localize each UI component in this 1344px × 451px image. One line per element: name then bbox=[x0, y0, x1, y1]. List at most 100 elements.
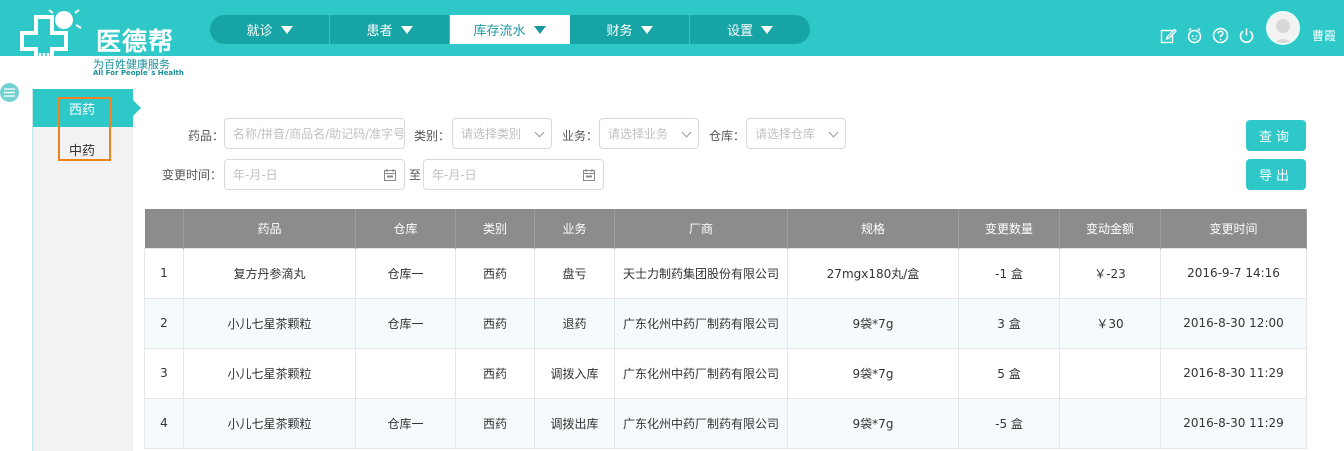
chevron-down-icon bbox=[828, 127, 839, 138]
chevron-down-icon bbox=[681, 127, 692, 138]
table-cell: -5 盒 bbox=[958, 397, 1060, 449]
chevron-down-icon bbox=[534, 127, 545, 138]
table-cell: ￥-23 bbox=[1059, 247, 1161, 299]
business-select[interactable]: 请选择业务 bbox=[599, 118, 699, 149]
category-select[interactable]: 请选择类别 bbox=[452, 118, 552, 149]
table-cell: 广东化州中药厂制药有限公司 bbox=[614, 347, 788, 399]
app-title: 医德帮 bbox=[96, 27, 175, 56]
column-header: 类别 bbox=[455, 209, 535, 248]
business-placeholder: 请选择业务 bbox=[608, 127, 669, 141]
subnav-label: 中药 bbox=[69, 143, 96, 159]
table-cell: 27mgx180丸/盒 bbox=[787, 247, 959, 299]
table-cell: 广东化州中药厂制药有限公司 bbox=[614, 397, 788, 449]
table-cell: 天士力制药集团股份有限公司 bbox=[614, 247, 788, 299]
drug-search-placeholder: 名称/拼音/商品名/助记码/准字号 bbox=[233, 127, 405, 141]
column-header: 药品 bbox=[183, 209, 356, 248]
drug-search-input[interactable]: 名称/拼音/商品名/助记码/准字号 bbox=[224, 118, 405, 149]
date-to-input[interactable]: 年-月-日 bbox=[423, 159, 604, 190]
table-cell: 小儿七星茶颗粒 bbox=[183, 397, 356, 449]
change-time-label: 变更时间： bbox=[162, 168, 223, 182]
medicine-type-subnav: 西药 中药 bbox=[33, 89, 133, 451]
caret-down-icon bbox=[761, 25, 773, 34]
inventory-flow-table: 药品 仓库 类别 业务 厂商 规格 变更数量 变动金额 变更时间 1 复方丹参滴… bbox=[144, 209, 1307, 449]
table-cell: 盘亏 bbox=[534, 247, 615, 299]
date-from-placeholder: 年-月-日 bbox=[233, 168, 278, 182]
nav-item-inventory-flow[interactable]: 库存流水 bbox=[450, 15, 570, 44]
calendar-icon bbox=[384, 169, 396, 181]
subnav-item-western[interactable]: 西药 bbox=[33, 89, 133, 127]
alarm-icon[interactable] bbox=[1186, 27, 1203, 44]
table-cell: 仓库一 bbox=[355, 397, 456, 449]
table-cell: 仓库一 bbox=[355, 297, 456, 349]
query-button[interactable]: 查询 bbox=[1246, 120, 1306, 151]
table-row[interactable]: 1 复方丹参滴丸 仓库一 西药 盘亏 天士力制药集团股份有限公司 27mgx18… bbox=[144, 247, 1307, 299]
column-header: 厂商 bbox=[614, 209, 788, 248]
table-cell: -1 盒 bbox=[958, 247, 1060, 299]
table-cell: 复方丹参滴丸 bbox=[183, 247, 356, 299]
table-cell: 西药 bbox=[455, 347, 535, 399]
user-silhouette-icon bbox=[1273, 19, 1293, 43]
nav-label: 库存流水 bbox=[473, 24, 526, 39]
nav-item-settings[interactable]: 设置 bbox=[690, 15, 810, 44]
caret-down-icon bbox=[533, 25, 546, 34]
table-row[interactable]: 3 小儿七星茶颗粒 西药 调拨入库 广东化州中药厂制药有限公司 9袋*7g 5 … bbox=[144, 347, 1307, 399]
table-cell: 调拨出库 bbox=[534, 397, 615, 449]
caret-down-icon bbox=[400, 25, 413, 34]
table-cell: ￥30 bbox=[1059, 297, 1161, 349]
table-cell: 西药 bbox=[455, 247, 535, 299]
table-cell: 小儿七星茶颗粒 bbox=[183, 297, 356, 349]
table-row[interactable]: 2 小儿七星茶颗粒 仓库一 西药 退药 广东化州中药厂制药有限公司 9袋*7g … bbox=[144, 297, 1307, 349]
nav-item-consultation[interactable]: 就诊 bbox=[210, 15, 330, 44]
nav-item-patients[interactable]: 患者 bbox=[330, 15, 450, 44]
avatar[interactable] bbox=[1266, 11, 1300, 45]
table-cell bbox=[355, 347, 456, 399]
menu-toggle-icon[interactable] bbox=[0, 83, 19, 102]
caret-down-icon bbox=[280, 25, 293, 34]
app-slogan-en: All For People`s Health bbox=[93, 69, 184, 77]
subnav-item-chinese[interactable]: 中药 bbox=[33, 130, 133, 168]
table-cell: 9袋*7g bbox=[787, 397, 959, 449]
drug-label: 药品： bbox=[188, 129, 225, 143]
table-cell: 2016-8-30 11:29 bbox=[1160, 347, 1307, 399]
column-header bbox=[144, 209, 184, 248]
table-cell: 4 bbox=[144, 397, 184, 449]
date-to-placeholder: 年-月-日 bbox=[432, 168, 477, 182]
table-cell: 调拨入库 bbox=[534, 347, 615, 399]
table-cell: 3 bbox=[144, 347, 184, 399]
warehouse-label: 仓库： bbox=[709, 129, 746, 143]
active-pointer-arrow bbox=[133, 100, 141, 116]
table-cell: 1 bbox=[144, 247, 184, 299]
table-cell: 广东化州中药厂制药有限公司 bbox=[614, 297, 788, 349]
warehouse-select[interactable]: 请选择仓库 bbox=[746, 118, 846, 149]
table-cell: 9袋*7g bbox=[787, 297, 959, 349]
category-label: 类别： bbox=[414, 129, 451, 143]
business-label: 业务： bbox=[562, 129, 599, 143]
calendar-icon bbox=[583, 169, 595, 181]
column-header: 变更数量 bbox=[958, 209, 1060, 248]
top-header: 医德帮 就诊 患者 库存流水 财务 设置 曹霞 bbox=[0, 0, 1344, 79]
subnav-label: 西药 bbox=[69, 102, 96, 118]
help-icon[interactable] bbox=[1212, 27, 1229, 44]
table-cell bbox=[1059, 347, 1161, 399]
power-icon[interactable] bbox=[1238, 27, 1255, 44]
user-name[interactable]: 曹霞 bbox=[1312, 27, 1336, 44]
date-to-label: 至 bbox=[409, 168, 422, 182]
column-header: 仓库 bbox=[355, 209, 456, 248]
date-from-input[interactable]: 年-月-日 bbox=[224, 159, 405, 190]
nav-label: 就诊 bbox=[246, 24, 273, 39]
column-header: 变更时间 bbox=[1160, 209, 1307, 248]
table-cell: 西药 bbox=[455, 297, 535, 349]
nav-label: 设置 bbox=[726, 24, 753, 39]
table-cell: 2016-9-7 14:16 bbox=[1160, 247, 1307, 299]
nav-label: 财务 bbox=[606, 24, 633, 39]
table-cell bbox=[1059, 397, 1161, 449]
table-cell: 2016-8-30 12:00 bbox=[1160, 297, 1307, 349]
table-header-row: 药品 仓库 类别 业务 厂商 规格 变更数量 变动金额 变更时间 bbox=[144, 209, 1307, 248]
column-header: 规格 bbox=[787, 209, 959, 248]
export-button[interactable]: 导出 bbox=[1246, 159, 1306, 190]
table-cell: 3 盒 bbox=[958, 297, 1060, 349]
edit-icon[interactable] bbox=[1160, 27, 1177, 44]
table-row[interactable]: 4 小儿七星茶颗粒 仓库一 西药 调拨出库 广东化州中药厂制药有限公司 9袋*7… bbox=[144, 397, 1307, 449]
table-cell: 5 盒 bbox=[958, 347, 1060, 399]
nav-item-finance[interactable]: 财务 bbox=[570, 15, 690, 44]
